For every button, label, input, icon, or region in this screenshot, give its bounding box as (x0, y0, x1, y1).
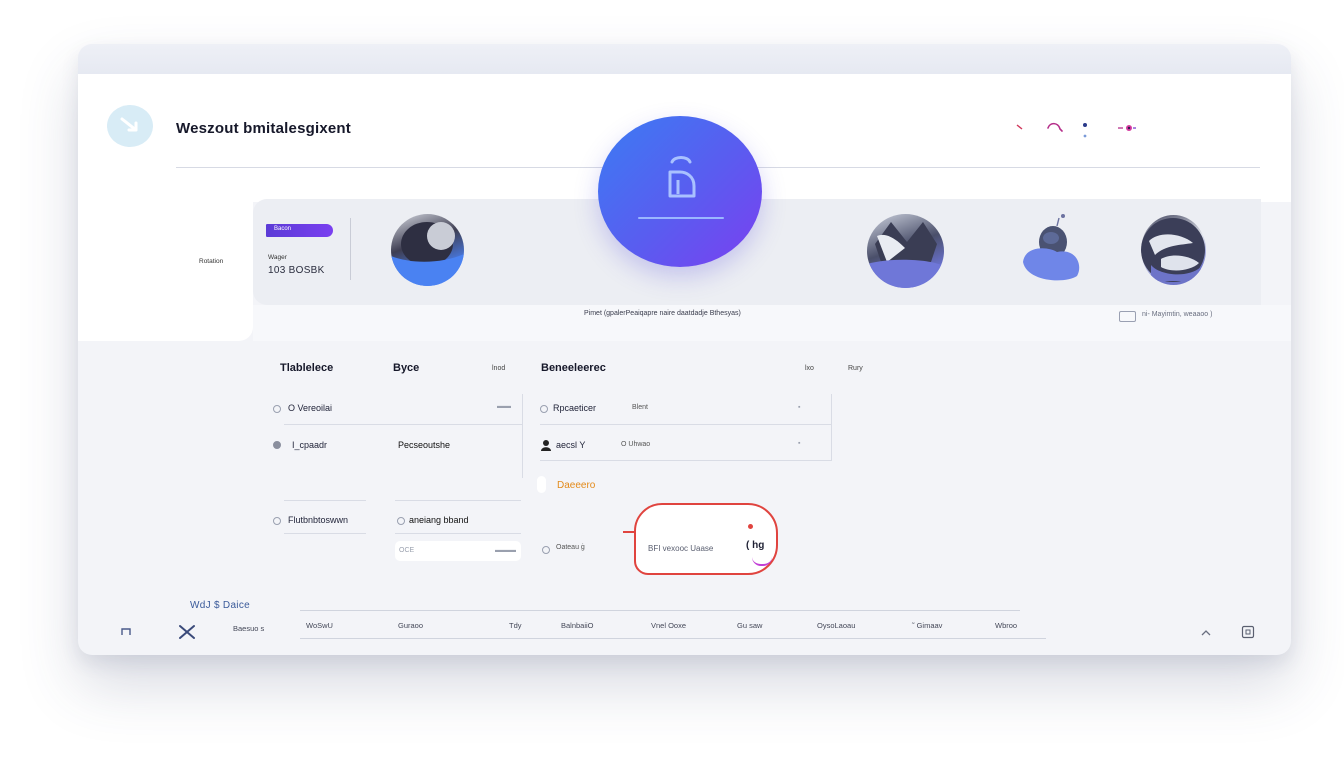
footer-label: Baesuo s (233, 624, 265, 633)
bracket-icon[interactable] (120, 627, 132, 637)
avatar[interactable] (1017, 212, 1087, 286)
dot-icon[interactable] (1081, 122, 1089, 140)
row-radio[interactable] (273, 441, 281, 449)
footer-divider (300, 638, 1046, 639)
table-cell: I_cpaadr (292, 440, 328, 450)
table-cell: ▬▬ (497, 403, 511, 410)
hero-underline (638, 217, 724, 219)
warning-indicator (537, 476, 546, 493)
close-icon[interactable] (178, 624, 196, 640)
status-pill[interactable]: Bacon (266, 224, 333, 237)
table-cell: Pecseoutshe (398, 440, 451, 450)
caption-text: Pimet (gpalerPeaiqapre naire daatdadje B… (584, 310, 741, 317)
field-border (395, 500, 521, 501)
column-tag: lxo (805, 365, 814, 372)
window-titlebar (78, 44, 1291, 75)
table-divider (522, 394, 523, 478)
arrow-icon (120, 117, 138, 132)
square-icon[interactable] (1241, 625, 1255, 639)
footer-divider (300, 610, 1020, 611)
table-cell: ▪ (798, 404, 801, 411)
arrow-icon[interactable] (1016, 123, 1024, 131)
footer-column[interactable]: BalnbaiiO (561, 621, 594, 630)
row-radio[interactable] (542, 546, 550, 554)
row-divider (540, 460, 832, 461)
tooltip-dot (748, 524, 753, 529)
tooltip-text: BFI vexooc Uaase (648, 544, 714, 553)
footer-column[interactable]: ˜ Gimaav (912, 621, 942, 630)
logo[interactable] (107, 105, 153, 147)
footer-column[interactable]: Gu saw (737, 621, 762, 630)
footer-column[interactable]: Vnel Ooxe (651, 621, 686, 630)
caption-right-text: ni- Mayimtin, weaaoo ) (1142, 311, 1213, 318)
side-label: Rotation (199, 258, 224, 265)
stat-value: 103 BOSBK (268, 265, 325, 276)
warning-label[interactable]: Daeeero (557, 480, 595, 491)
field-border (284, 500, 366, 501)
field-border (284, 533, 366, 534)
avatar-image (1023, 214, 1080, 281)
stat-label: Wager (268, 254, 287, 261)
table-cell: ▪ (798, 440, 801, 447)
text-field[interactable]: OCE ▬▬▬ (395, 541, 521, 561)
tooltip-tag: ( hg (746, 540, 765, 551)
table-cell: Rpcaeticer (553, 403, 597, 413)
column-tag: lnod (492, 365, 506, 372)
row-radio[interactable] (273, 405, 281, 413)
avatar[interactable] (867, 214, 944, 288)
row-radio[interactable] (273, 517, 281, 525)
avatar[interactable] (391, 214, 464, 286)
table-cell: O Uhwao (621, 441, 651, 448)
row-radio[interactable] (540, 405, 548, 413)
avatar[interactable] (1141, 215, 1206, 285)
column-header[interactable]: Tlablelece (280, 362, 333, 374)
table-cell: Blent (632, 404, 648, 411)
avatar-image (391, 222, 464, 286)
card-divider (350, 218, 351, 280)
card-icon[interactable] (1119, 311, 1136, 322)
text-field-value: OCE (399, 547, 415, 554)
footer-column[interactable]: OysoLaoau (817, 621, 855, 630)
avatar-image (1141, 218, 1205, 282)
column-header[interactable]: Byce (393, 362, 419, 374)
table-cell: Oateau ġ (556, 544, 585, 551)
table-cell: O Vereoilai (288, 403, 333, 413)
text-field-suffix: ▬▬▬ (495, 547, 516, 554)
field-border (395, 533, 521, 534)
link-icon[interactable] (1116, 123, 1138, 133)
page-title: Weszout bmitalesgixent (176, 120, 351, 137)
footer-column[interactable]: Guraoo (398, 621, 423, 630)
footer-column[interactable]: Wbroo (995, 621, 1017, 630)
column-header[interactable]: Beneeleerec (541, 362, 606, 374)
chevron-up-icon[interactable] (1200, 628, 1212, 636)
hero-avatar[interactable] (598, 116, 762, 267)
user-icon (541, 440, 551, 451)
left-panel (78, 202, 253, 341)
footer-title: WdJ $ Daice (190, 600, 250, 611)
row-radio[interactable] (397, 517, 405, 525)
row-divider (540, 424, 832, 425)
footer-column[interactable]: WoSwU (306, 621, 333, 630)
table-cell: Flutbnbtoswwn (288, 515, 349, 525)
app-window: Weszout bmitalesgixent Rotation Bacon Wa… (78, 44, 1291, 655)
column-tag: Rury (848, 365, 863, 372)
row-divider (284, 424, 522, 425)
caption-band (253, 305, 1291, 341)
table-cell: aecsl Y (556, 440, 586, 450)
loop-icon[interactable] (1046, 122, 1066, 134)
status-pill-label: Bacon (274, 226, 292, 232)
table-divider (831, 394, 832, 460)
footer-column[interactable]: Tdy (509, 621, 522, 630)
avatar-image (867, 222, 944, 288)
table-cell: aneiang bband (409, 515, 469, 525)
bag-icon (668, 156, 696, 198)
